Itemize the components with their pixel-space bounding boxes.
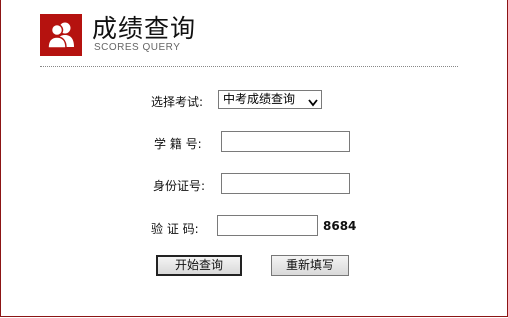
captcha-label: 验 证 码: — [151, 222, 199, 236]
student-id-input[interactable] — [221, 131, 350, 152]
submit-button[interactable]: 开始查询 — [156, 255, 242, 276]
id-card-input[interactable] — [221, 173, 350, 194]
exam-select-value: 中考成绩查询 — [223, 92, 296, 106]
page-subtitle: SCORES QUERY — [94, 42, 181, 53]
header-divider — [40, 66, 458, 67]
exam-select[interactable]: 中考成绩查询 — [218, 90, 322, 109]
page-header: 成绩查询 SCORES QUERY — [40, 14, 460, 66]
page-title: 成绩查询 — [92, 14, 197, 43]
captcha-code: 8684 — [323, 219, 357, 233]
id-card-label: 身份证号: — [153, 179, 206, 193]
student-id-label: 学 籍 号: — [154, 137, 202, 151]
exam-label: 选择考试: — [151, 95, 204, 109]
chevron-down-icon — [308, 95, 318, 112]
reset-button[interactable]: 重新填写 — [271, 255, 349, 276]
captcha-input[interactable] — [217, 215, 318, 236]
users-icon — [40, 14, 82, 56]
